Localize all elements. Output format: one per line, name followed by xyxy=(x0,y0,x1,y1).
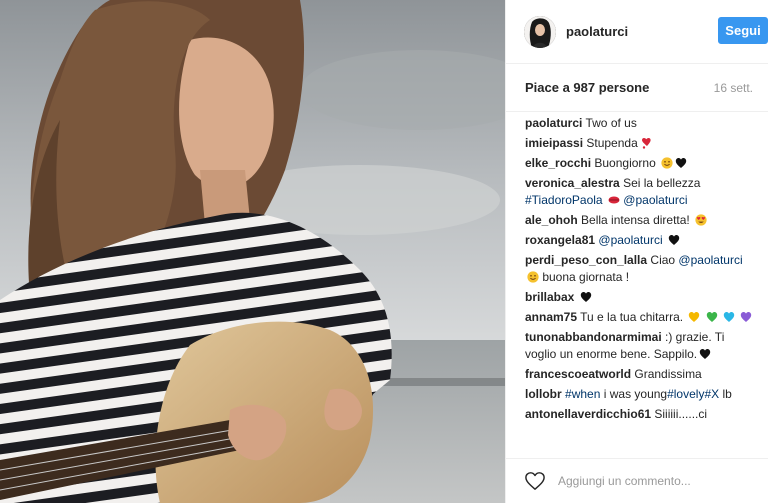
instagram-post: paolaturci Segui Piace a 987 persone 16 … xyxy=(0,0,768,503)
comment-username[interactable]: imieipassi xyxy=(525,136,583,150)
heart-icon[interactable] xyxy=(524,471,546,491)
hashtag-link[interactable]: #lovely xyxy=(667,387,704,401)
post-footer xyxy=(506,458,768,503)
comment-text xyxy=(735,310,738,324)
comment-username[interactable]: tunonabbandonarmimai xyxy=(525,330,662,344)
black-heart-icon xyxy=(699,348,711,360)
black-heart-icon xyxy=(668,234,680,246)
comment-item: antonellaverdicchio61 Siiiiii......ci xyxy=(525,403,755,423)
comment-text: Sei la bellezza xyxy=(619,176,701,190)
comment-username[interactable]: annam75 xyxy=(525,310,577,324)
comment-username[interactable]: antonellaverdicchio61 xyxy=(525,407,651,421)
comment-text: Grandissima xyxy=(631,367,702,381)
comment-item: francescoeatworld Grandissima xyxy=(525,363,755,383)
comment-item: annam75 Tu e la tua chitarra. xyxy=(525,306,755,326)
comment-item: imieipassi Stupenda xyxy=(525,132,755,152)
comment-item: brillabax xyxy=(525,286,755,306)
comment-text: lb xyxy=(719,387,732,401)
post-photo[interactable] xyxy=(0,0,505,503)
comment-text: Bella intensa diretta! xyxy=(577,213,694,227)
comment-username[interactable]: roxangela81 xyxy=(525,233,595,247)
comment-item: ale_ohoh Bella intensa diretta! xyxy=(525,209,755,229)
comment-text: Two of us xyxy=(582,116,637,130)
comment-list: paolaturci Two of us imieipassi Stupenda e… xyxy=(525,112,755,458)
comment-text: Siiiiii......ci xyxy=(651,407,708,421)
comment-text xyxy=(663,233,666,247)
black-heart-icon xyxy=(675,157,687,169)
comment-input[interactable] xyxy=(558,474,758,488)
comment-username[interactable]: lollobr xyxy=(525,387,562,401)
comment-text xyxy=(603,193,606,207)
comment-text: Ciao xyxy=(647,253,679,267)
comment-item: veronica_alestra Sei la bellezza #Tiador… xyxy=(525,172,755,209)
heart-exclamation-icon xyxy=(640,137,652,149)
comment-username[interactable]: paolaturci xyxy=(525,116,582,130)
green-heart-icon xyxy=(706,311,718,323)
kiss-mark-icon xyxy=(608,194,620,206)
comment-text xyxy=(574,290,577,304)
comment-username[interactable]: brillabax xyxy=(525,290,574,304)
hashtag-link[interactable]: #X xyxy=(704,387,719,401)
comment-username[interactable]: perdi_peso_con_lalla xyxy=(525,253,647,267)
comment-text: Buongiorno xyxy=(591,156,660,170)
comment-item: tunonabbandonarmimai :) grazie. Ti vogli… xyxy=(525,326,755,363)
likes-row: Piace a 987 persone 16 sett. xyxy=(506,64,768,112)
comment-text: Tu e la tua chitarra. xyxy=(577,310,687,324)
mention-link[interactable]: @paolaturci xyxy=(678,253,742,267)
comment-text: Stupenda xyxy=(583,136,638,150)
black-heart-icon xyxy=(580,291,592,303)
post-side-panel: paolaturci Segui Piace a 987 persone 16 … xyxy=(505,0,768,503)
hashtag-link[interactable]: #when xyxy=(565,387,600,401)
comment-username[interactable]: elke_rocchi xyxy=(525,156,591,170)
mention-link[interactable]: @paolaturci xyxy=(598,233,662,247)
comment-username[interactable]: veronica_alestra xyxy=(525,176,620,190)
yellow-heart-icon xyxy=(688,311,700,323)
smiling-face-icon xyxy=(661,157,673,169)
comment-text: i was young xyxy=(600,387,668,401)
heart-eyes-icon xyxy=(695,214,707,226)
comment-item: paolaturci Two of us xyxy=(525,112,755,132)
comment-text xyxy=(700,310,703,324)
follow-button[interactable]: Segui xyxy=(718,17,768,44)
comment-text xyxy=(718,310,721,324)
comment-item: roxangela81 @paolaturci xyxy=(525,229,755,249)
purple-heart-icon xyxy=(740,311,752,323)
post-date[interactable]: 16 sett. xyxy=(714,81,753,95)
post-username[interactable]: paolaturci xyxy=(566,24,628,39)
comment-username[interactable]: francescoeatworld xyxy=(525,367,631,381)
smiling-face-icon xyxy=(527,271,539,283)
hashtag-link[interactable]: #TiadoroPaola xyxy=(525,193,603,207)
post-header: paolaturci Segui xyxy=(506,0,768,64)
comment-item: perdi_peso_con_lalla Ciao @paolaturci bu… xyxy=(525,249,755,286)
likes-count[interactable]: Piace a 987 persone xyxy=(525,80,649,95)
comment-item: lollobr #when i was young#lovely#X lb xyxy=(525,383,755,403)
comment-item: elke_rocchi Buongiorno xyxy=(525,152,755,172)
avatar[interactable] xyxy=(524,15,556,48)
blue-heart-icon xyxy=(723,311,735,323)
comment-username[interactable]: ale_ohoh xyxy=(525,213,578,227)
woman-with-guitar-image xyxy=(0,0,505,503)
comment-text: buona giornata ! xyxy=(539,270,630,284)
avatar-image xyxy=(524,15,556,48)
mention-link[interactable]: @paolaturci xyxy=(623,193,687,207)
